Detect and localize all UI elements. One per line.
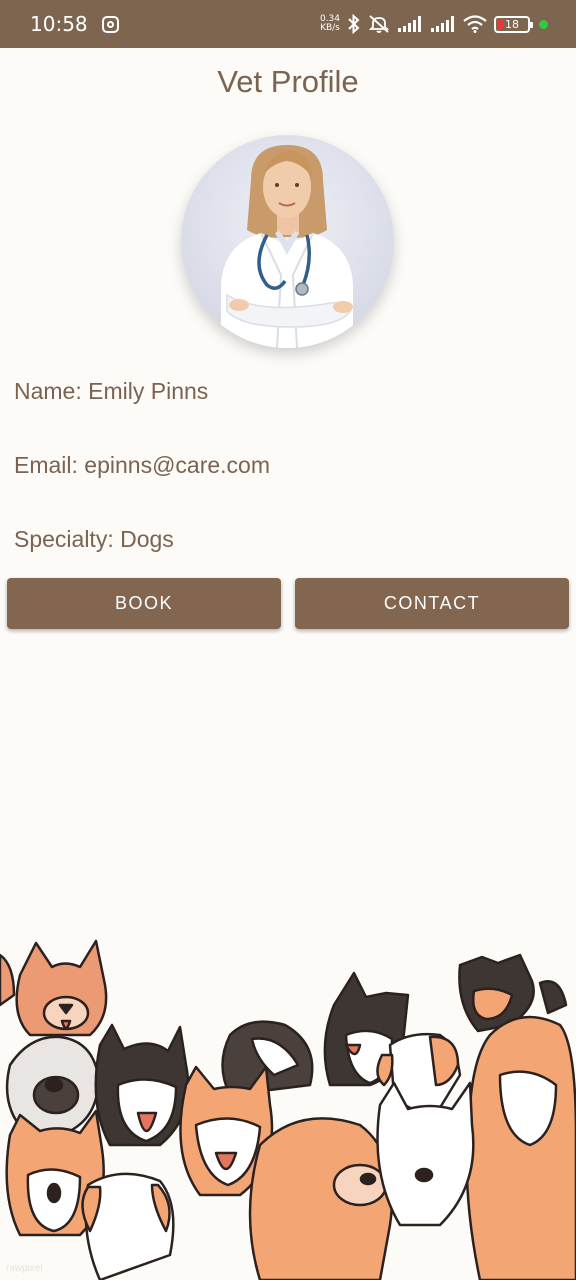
signal-icon (430, 15, 456, 33)
status-time: 10:58 (30, 12, 88, 36)
vet-name: Name: Emily Pinns (14, 378, 209, 404)
vet-avatar (181, 135, 394, 348)
status-left: 10:58 (30, 12, 119, 36)
watermark: rawpixel (6, 1263, 43, 1274)
instagram-icon (101, 15, 119, 33)
vet-specialty: Specialty: Dogs (14, 526, 174, 552)
vet-email: Email: epinns@care.com (14, 452, 270, 478)
battery-icon: 18 (494, 15, 533, 33)
mute-icon (368, 14, 390, 34)
dogs-illustration: rawpixel (0, 935, 576, 1280)
book-button[interactable]: BOOK (7, 578, 281, 629)
privacy-indicator-dot (539, 19, 548, 29)
contact-button[interactable]: CONTACT (295, 578, 569, 629)
status-bar: 10:58 0.34 KB/s 18 (0, 0, 576, 48)
status-right: 0.34 KB/s 18 (320, 14, 548, 34)
dog-group-image (0, 939, 576, 1280)
vet-photo (221, 145, 353, 348)
network-speed: 0.34 KB/s (320, 15, 340, 33)
battery-level: 18 (505, 17, 519, 31)
page-title: Vet Profile (217, 64, 359, 99)
bluetooth-icon (347, 14, 361, 34)
signal-icon (397, 15, 423, 33)
wifi-icon (463, 15, 487, 33)
network-speed-unit: KB/s (320, 23, 340, 33)
